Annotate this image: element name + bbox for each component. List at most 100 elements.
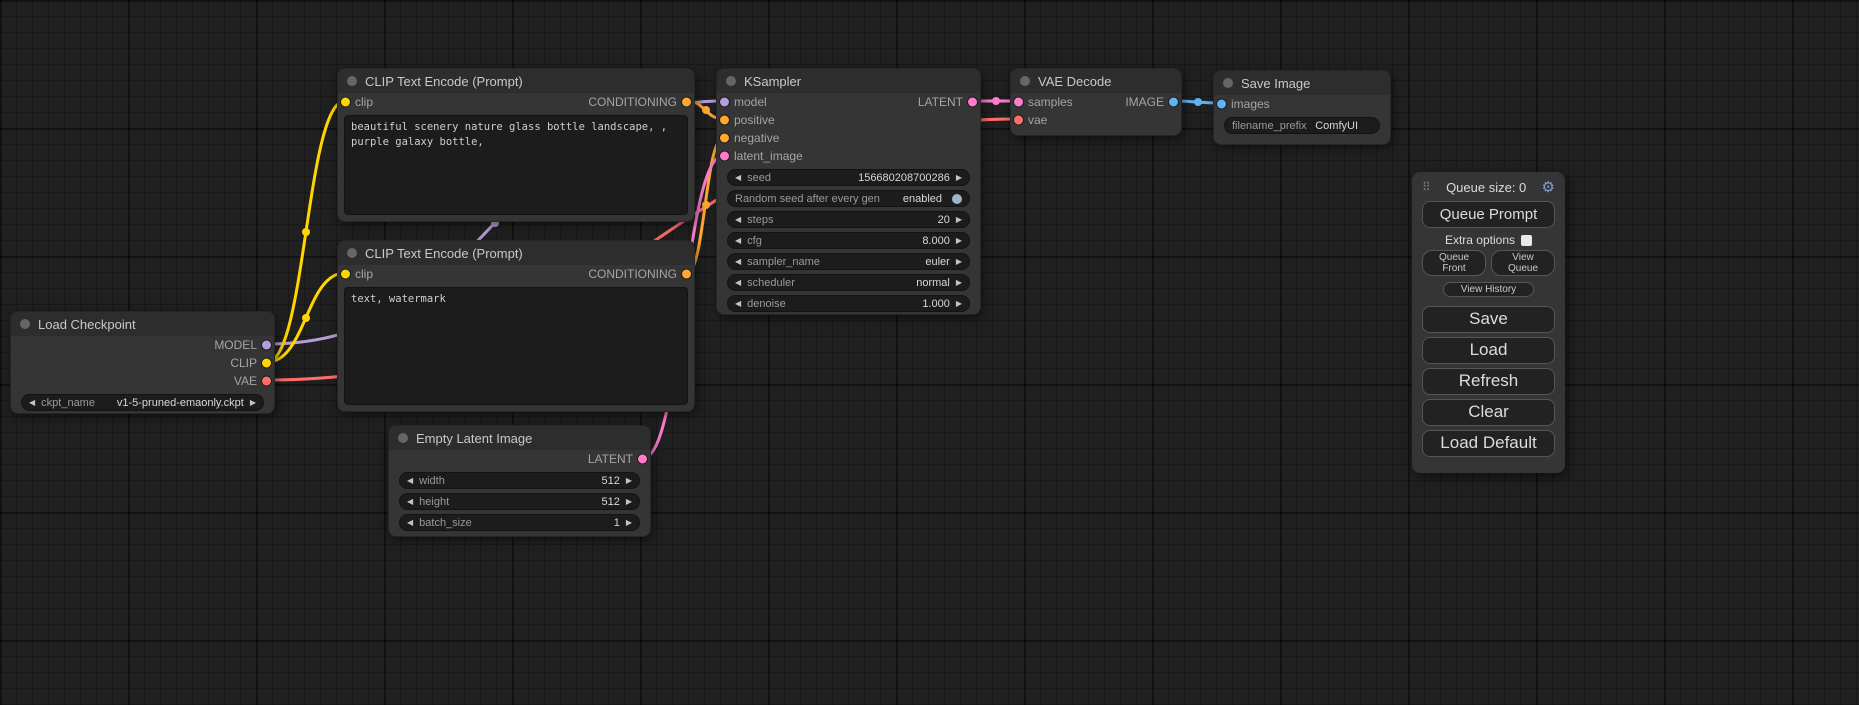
widget-label: sampler_name [747,256,820,268]
input-label-images: images [1231,97,1270,111]
increment-arrow-icon[interactable]: ▶ [250,399,256,407]
clear-button[interactable]: Clear [1422,399,1555,426]
node-ksampler[interactable]: KSampler model LATENT positive negative … [716,68,981,315]
node-clip-text-encode-positive[interactable]: CLIP Text Encode (Prompt) clip CONDITION… [337,68,695,222]
batch-size-widget[interactable]: ◀ batch_size 1 ▶ [399,514,640,531]
widget-label: scheduler [747,277,795,289]
latent-output-slot[interactable] [968,98,977,107]
random-seed-toggle[interactable]: Random seed after every gen enabled [727,190,970,207]
node-title: VAE Decode [1038,74,1111,89]
latent-output-slot[interactable] [638,455,647,464]
input-label-negative: negative [734,131,779,145]
output-label-latent: LATENT [918,95,963,109]
load-button[interactable]: Load [1422,337,1555,364]
steps-widget[interactable]: ◀ steps 20 ▶ [727,211,970,228]
input-label-positive: positive [734,113,775,127]
decrement-arrow-icon[interactable]: ◀ [407,519,413,527]
decrement-arrow-icon[interactable]: ◀ [735,300,741,308]
images-input-slot[interactable] [1217,100,1226,109]
latent-image-input-slot[interactable] [720,152,729,161]
node-title-bar[interactable]: Empty Latent Image [389,426,650,450]
drag-handle-icon[interactable]: ⠿ [1422,180,1431,194]
queue-prompt-button[interactable]: Queue Prompt [1422,201,1555,228]
view-history-button[interactable]: View History [1443,282,1533,297]
decrement-arrow-icon[interactable]: ◀ [735,174,741,182]
toggle-dot-icon[interactable] [952,194,962,204]
node-clip-text-encode-negative[interactable]: CLIP Text Encode (Prompt) clip CONDITION… [337,240,695,412]
node-title-bar[interactable]: CLIP Text Encode (Prompt) [338,241,694,265]
node-empty-latent-image[interactable]: Empty Latent Image LATENT ◀ width 512 ▶ … [388,425,651,537]
height-widget[interactable]: ◀ height 512 ▶ [399,493,640,510]
positive-prompt-textarea[interactable]: beautiful scenery nature glass bottle la… [344,115,688,215]
filename-prefix-widget[interactable]: filename_prefix ComfyUI [1224,117,1380,134]
increment-arrow-icon[interactable]: ▶ [956,258,962,266]
node-vae-decode[interactable]: VAE Decode samples IMAGE vae [1010,68,1182,136]
increment-arrow-icon[interactable]: ▶ [956,237,962,245]
node-title-bar[interactable]: VAE Decode [1011,69,1181,93]
conditioning-output-slot[interactable] [682,270,691,279]
widget-label: ckpt_name [41,397,95,409]
clip-input-slot[interactable] [341,270,350,279]
load-default-button[interactable]: Load Default [1422,430,1555,457]
node-title: CLIP Text Encode (Prompt) [365,74,523,89]
increment-arrow-icon[interactable]: ▶ [626,519,632,527]
denoise-widget[interactable]: ◀ denoise 1.000 ▶ [727,295,970,312]
increment-arrow-icon[interactable]: ▶ [626,477,632,485]
wire-dot-conditioning-negative [702,201,710,209]
widget-label: batch_size [419,517,472,529]
samples-input-slot[interactable] [1014,98,1023,107]
node-load-checkpoint[interactable]: Load Checkpoint MODEL CLIP VAE ◀ ckpt_na… [10,311,275,414]
decrement-arrow-icon[interactable]: ◀ [735,258,741,266]
vae-output-slot[interactable] [262,377,271,386]
save-button[interactable]: Save [1422,306,1555,333]
view-queue-button[interactable]: View Queue [1491,250,1555,276]
positive-input-slot[interactable] [720,116,729,125]
decrement-arrow-icon[interactable]: ◀ [29,399,35,407]
refresh-button[interactable]: Refresh [1422,368,1555,395]
node-save-image[interactable]: Save Image images filename_prefix ComfyU… [1213,70,1391,145]
increment-arrow-icon[interactable]: ▶ [956,300,962,308]
widget-value: v1-5-pruned-emaonly.ckpt [117,397,244,409]
clip-input-slot[interactable] [341,98,350,107]
seed-widget[interactable]: ◀ seed 156680208700286 ▶ [727,169,970,186]
increment-arrow-icon[interactable]: ▶ [626,498,632,506]
scheduler-widget[interactable]: ◀ scheduler normal ▶ [727,274,970,291]
queue-front-button[interactable]: Queue Front [1422,250,1486,276]
decrement-arrow-icon[interactable]: ◀ [407,477,413,485]
node-status-icon [347,248,357,258]
increment-arrow-icon[interactable]: ▶ [956,216,962,224]
queue-size-label: Queue size: 0 [1431,180,1542,195]
model-input-slot[interactable] [720,98,729,107]
extra-options-checkbox[interactable] [1521,235,1532,246]
settings-gear-icon[interactable]: ⚙ [1542,178,1555,196]
decrement-arrow-icon[interactable]: ◀ [735,216,741,224]
cfg-widget[interactable]: ◀ cfg 8.000 ▶ [727,232,970,249]
node-graph-canvas[interactable]: Load Checkpoint MODEL CLIP VAE ◀ ckpt_na… [0,0,1859,705]
vae-input-slot[interactable] [1014,116,1023,125]
conditioning-output-slot[interactable] [682,98,691,107]
node-title-bar[interactable]: Save Image [1214,71,1390,95]
widget-value: 156680208700286 [858,172,950,184]
ckpt-name-widget[interactable]: ◀ ckpt_name v1-5-pruned-emaonly.ckpt ▶ [21,394,264,411]
width-widget[interactable]: ◀ width 512 ▶ [399,472,640,489]
input-label-clip: clip [355,267,373,281]
widget-value: ComfyUI [1315,120,1358,132]
decrement-arrow-icon[interactable]: ◀ [735,279,741,287]
wire-dot-conditioning-positive [702,106,710,114]
increment-arrow-icon[interactable]: ▶ [956,174,962,182]
increment-arrow-icon[interactable]: ▶ [956,279,962,287]
clip-output-slot[interactable] [262,359,271,368]
sampler-name-widget[interactable]: ◀ sampler_name euler ▶ [727,253,970,270]
output-label-image: IMAGE [1125,95,1164,109]
node-title-bar[interactable]: KSampler [717,69,980,93]
node-title-bar[interactable]: CLIP Text Encode (Prompt) [338,69,694,93]
input-label-model: model [734,95,767,109]
node-title-bar[interactable]: Load Checkpoint [11,312,274,336]
negative-prompt-textarea[interactable]: text, watermark [344,287,688,405]
model-output-slot[interactable] [262,341,271,350]
decrement-arrow-icon[interactable]: ◀ [407,498,413,506]
image-output-slot[interactable] [1169,98,1178,107]
node-status-icon [398,433,408,443]
decrement-arrow-icon[interactable]: ◀ [735,237,741,245]
negative-input-slot[interactable] [720,134,729,143]
